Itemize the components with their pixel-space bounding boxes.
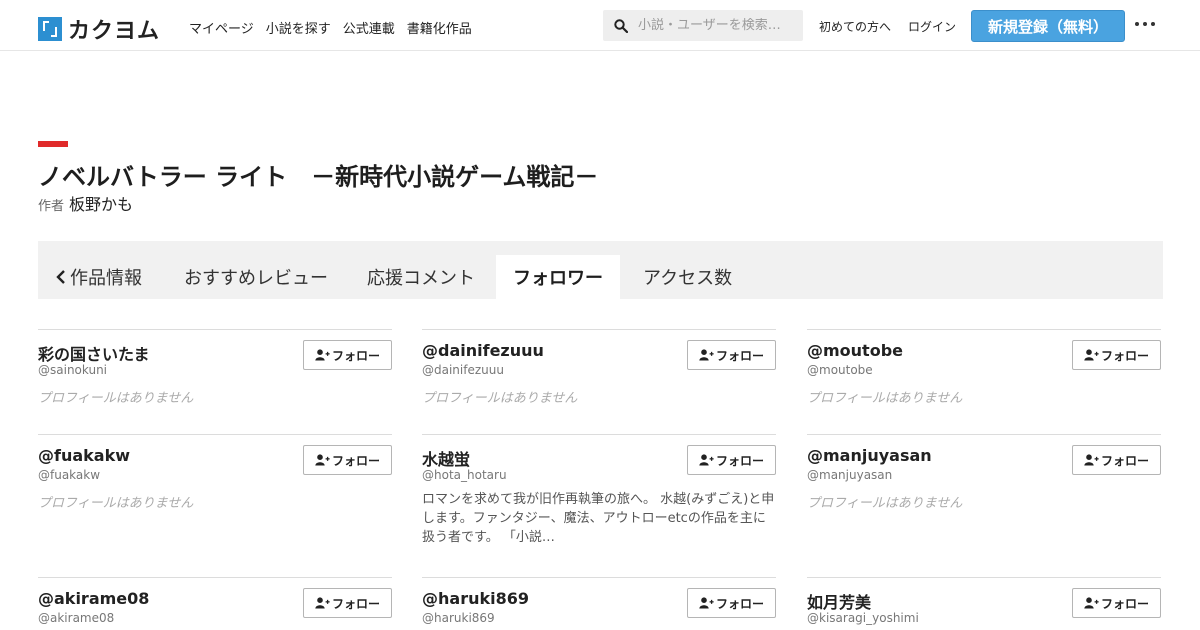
follow-button[interactable]: フォロー [1072,588,1161,618]
follow-label: フォロー [715,453,764,468]
follower-profile: プロフィールはありません [807,391,963,406]
follower-name[interactable]: @manjuyasan [807,446,932,465]
follow-label: フォロー [331,348,380,363]
follower-card: @manjuyasan @manjuyasan プロフィールはありません フォロー [807,434,1161,511]
follower-handle: @moutobe [807,363,873,377]
tab-label: フォロワー [513,268,603,289]
site-logo[interactable]: カクヨム [38,13,160,45]
add-user-icon [315,597,330,609]
login-link[interactable]: ログイン [908,18,956,35]
follower-name[interactable]: @akirame08 [38,589,149,608]
logo-text: カクヨム [68,19,161,44]
nav-find-novels[interactable]: 小説を探す [266,18,331,37]
follower-handle: @hota_hotaru [422,468,507,482]
follower-name[interactable]: @dainifezuuu [422,341,544,360]
add-user-icon [699,597,714,609]
follow-button[interactable]: フォロー [687,588,776,618]
author-label: 作者 [38,199,65,214]
search-input[interactable] [638,18,798,33]
follow-button[interactable]: フォロー [303,340,392,370]
follow-button[interactable]: フォロー [1072,445,1161,475]
follow-label: フォロー [1100,348,1149,363]
author-line: 作者 板野かも [38,191,133,215]
main-nav: マイページ 小説を探す 公式連載 書籍化作品 [189,18,472,37]
follower-name[interactable]: 水越蛍 [422,446,470,470]
work-title[interactable]: ノベルバトラー ライト －新時代小説ゲーム戦記－ [38,157,598,192]
follower-card: 如月芳美 @kisaragi_yoshimi フォロー [807,577,1161,625]
follower-profile: プロフィールはありません [807,496,963,511]
follower-card: 彩の国さいたま @sainokuni プロフィールはありません フォロー [38,329,392,406]
follow-button[interactable]: フォロー [303,445,392,475]
chevron-left-icon [56,270,65,284]
tab-followers[interactable]: フォロワー [496,255,620,299]
follower-name[interactable]: @moutobe [807,341,903,360]
author-name-link[interactable]: 板野かも [69,191,133,215]
follower-profile: プロフィールはありません [422,391,578,406]
follow-label: フォロー [1100,596,1149,611]
tab-reviews[interactable]: おすすめレビュー [184,255,328,299]
follower-name[interactable]: @fuakakw [38,446,130,465]
add-user-icon [315,349,330,361]
follower-handle: @fuakakw [38,468,101,482]
nav-official-series[interactable]: 公式連載 [343,18,395,37]
follower-name[interactable]: @haruki869 [422,589,529,608]
follower-handle: @kisaragi_yoshimi [807,611,919,625]
search-box[interactable] [603,10,803,41]
follow-label: フォロー [331,453,380,468]
follower-name[interactable]: 彩の国さいたま [38,341,150,365]
signup-button[interactable]: 新規登録（無料） [971,10,1125,42]
follow-button[interactable]: フォロー [303,588,392,618]
follow-label: フォロー [331,596,380,611]
first-time-link[interactable]: 初めての方へ [819,18,891,35]
follow-button[interactable]: フォロー [687,445,776,475]
follower-card: @dainifezuuu @dainifezuuu プロフィールはありません フォロー [422,329,776,406]
follower-card: 水越蛍 @hota_hotaru ロマンを求めて我が旧作再執筆の旅へ。 水越(みずご… [422,434,776,545]
follow-label: フォロー [1100,453,1149,468]
work-tabs: 作品情報 おすすめレビュー 応援コメント フォロワー アクセス数 [38,241,1163,299]
nav-mypage[interactable]: マイページ [189,18,254,37]
tab-label: 応援コメント [367,268,475,289]
site-header: カクヨム マイページ 小説を探す 公式連載 書籍化作品 初めての方へ ログイン … [0,0,1200,51]
title-accent-bar [38,141,68,147]
follower-handle: @haruki869 [422,611,495,625]
tab-comments[interactable]: 応援コメント [367,255,475,299]
follower-handle: @dainifezuuu [422,363,504,377]
nav-published-works[interactable]: 書籍化作品 [407,18,472,37]
add-user-icon [315,454,330,466]
add-user-icon [699,349,714,361]
tab-access-count[interactable]: アクセス数 [643,255,732,299]
follower-card: @fuakakw @fuakakw プロフィールはありません フォロー [38,434,392,511]
follower-name[interactable]: 如月芳美 [807,589,871,613]
tab-label: おすすめレビュー [184,268,328,289]
add-user-icon [1084,349,1099,361]
search-icon [614,18,628,33]
tab-work-info[interactable]: 作品情報 [56,255,142,299]
add-user-icon [1084,597,1099,609]
add-user-icon [1084,454,1099,466]
logo-mark-icon [38,17,62,41]
follow-label: フォロー [715,596,764,611]
follower-handle: @sainokuni [38,363,108,377]
follower-card: @haruki869 @haruki869 フォロー [422,577,776,625]
follower-card: @akirame08 @akirame08 フォロー [38,577,392,625]
more-menu-icon[interactable] [1135,22,1155,26]
follower-profile: プロフィールはありません [38,496,194,511]
follower-handle: @akirame08 [38,611,115,625]
tab-label: 作品情報 [70,268,142,289]
follower-profile: ロマンを求めて我が旧作再執筆の旅へ。 水越(みずごえ)と申します。ファンタジー、… [422,492,775,545]
follower-card: @moutobe @moutobe プロフィールはありません フォロー [807,329,1161,406]
follower-handle: @manjuyasan [807,468,893,482]
add-user-icon [699,454,714,466]
follow-button[interactable]: フォロー [687,340,776,370]
follow-button[interactable]: フォロー [1072,340,1161,370]
follower-profile: プロフィールはありません [38,391,194,406]
tab-label: アクセス数 [643,268,733,289]
follow-label: フォロー [715,348,764,363]
